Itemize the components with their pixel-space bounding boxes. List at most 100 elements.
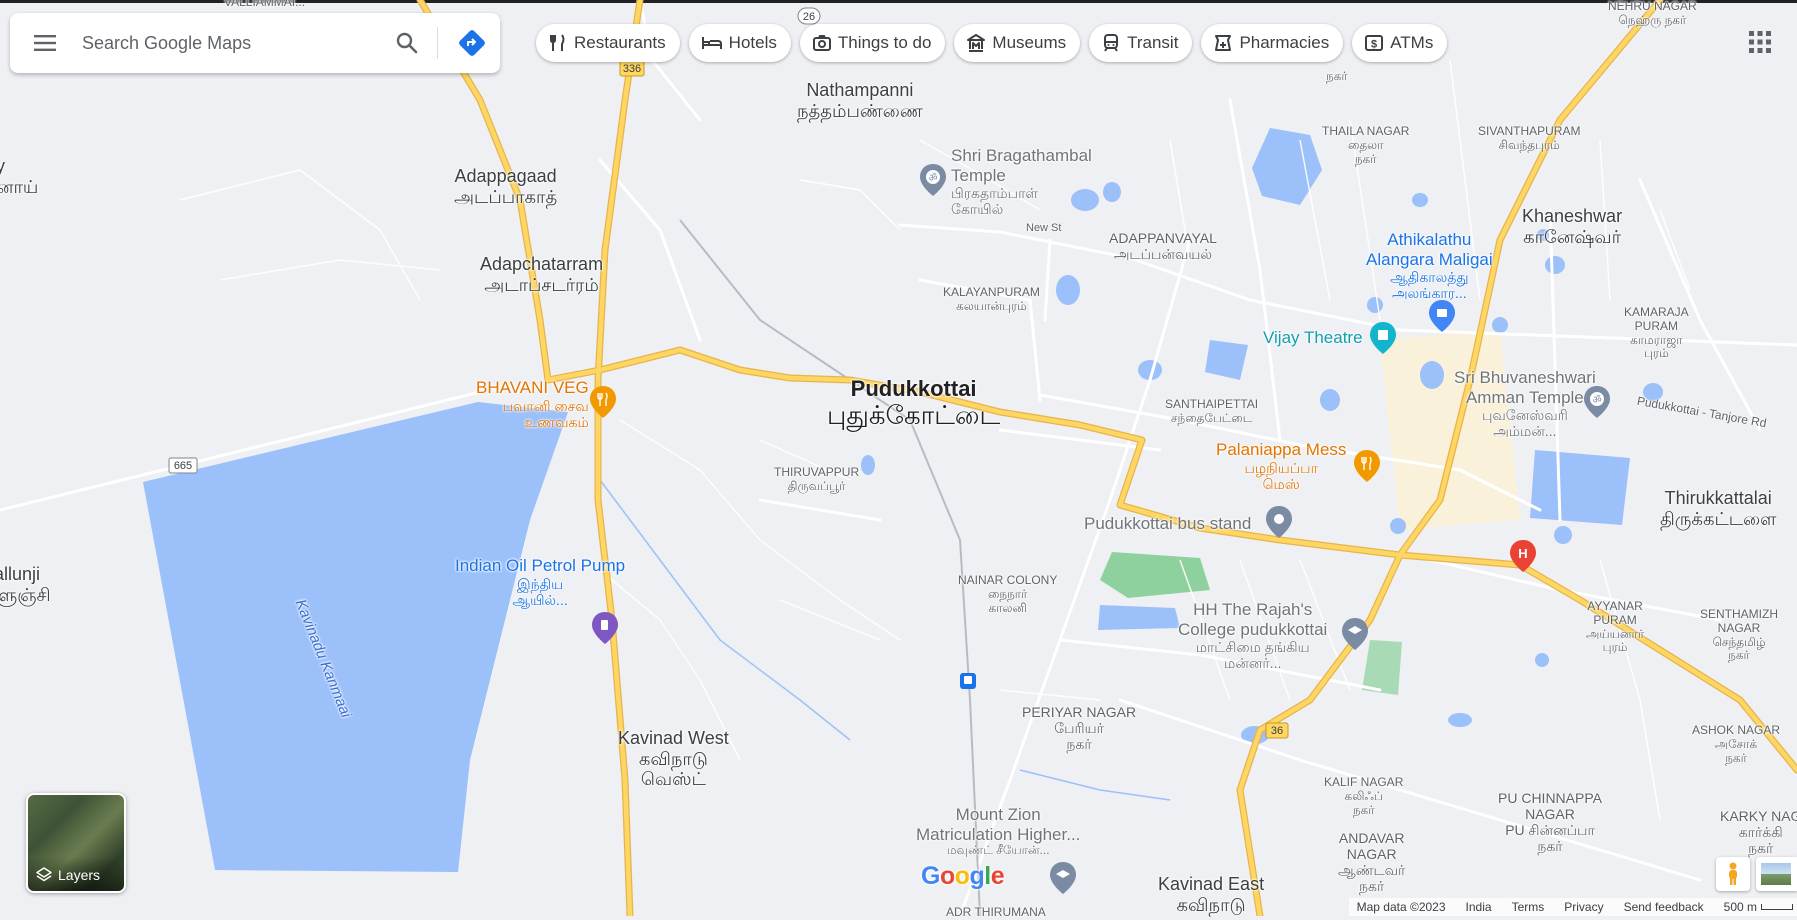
school-pin-icon[interactable] (1050, 862, 1076, 899)
place-label: y னாய் (0, 156, 39, 197)
directions-icon (459, 30, 485, 56)
place-label: Kavinad East கவிநாடு (1158, 874, 1265, 915)
place-label: NAINAR COLONY நைநார் காலனி (958, 573, 1058, 615)
place-label: allunjiளுஞ்சி (0, 564, 51, 605)
shopping-pin-icon[interactable] (1429, 300, 1455, 337)
chip-pharmacies[interactable]: Pharmacies (1201, 24, 1344, 62)
svg-text:665: 665 (174, 460, 192, 472)
place-label: KALAYANPURAM கலயான்புரம் (943, 285, 1040, 313)
poi-label[interactable]: Vijay Theatre (1263, 328, 1363, 348)
atm-icon: $ (1365, 35, 1384, 51)
place-label: SANTHAIPETTAI சந்தைபேட்டை (1165, 397, 1259, 425)
layers-label: Layers (58, 867, 101, 883)
water-body (1530, 450, 1630, 525)
poi-label[interactable]: Palaniappa Mess பழநியப்பா மெஸ் (1216, 440, 1346, 492)
place-label: KARKY NAG கார்க்கி நகர் (1720, 808, 1797, 857)
place-label: VALLIAMMAI... (224, 0, 306, 9)
poi-label[interactable]: Pudukkottai bus stand (1084, 514, 1251, 534)
poi-label[interactable]: Sri Bhuvaneshwari Amman Temple புவனேஸ்வரி… (1454, 368, 1596, 439)
google-apps-button[interactable] (1742, 24, 1778, 60)
train-icon (1104, 34, 1119, 52)
transit-stop-icon[interactable] (960, 673, 976, 694)
search-input[interactable] (80, 22, 383, 64)
place-label: ASHOK NAGAR அசோக் நகர் (1692, 723, 1781, 765)
imagery-thumbnail-button[interactable] (1756, 857, 1797, 891)
place-label: PU CHINNAPPA NAGAR PU சின்னப்பா நகர் (1498, 790, 1602, 855)
poi-label[interactable]: Athikalathu Alangara Maligai ஆதிகாலத்து அல… (1366, 230, 1493, 301)
place-label: நகர் (1326, 69, 1348, 83)
road-shield-26: 26 (797, 7, 821, 25)
hospital-pin-icon[interactable]: H (1510, 540, 1536, 577)
place-label: Thirukkattalai திருக்கட்டளை (1660, 488, 1777, 529)
layers-button[interactable]: Layers (26, 793, 126, 893)
place-label: Adapchatarram அடாப்சடர்ரம் (480, 254, 604, 295)
chip-restaurants[interactable]: Restaurants (536, 24, 680, 62)
theatre-pin-icon[interactable] (1370, 322, 1396, 359)
chip-things-to-do[interactable]: Things to do (799, 24, 946, 62)
bus-stand-pin-icon[interactable] (1266, 506, 1292, 543)
poi-label[interactable]: Indian Oil Petrol Pump இந்திய ஆயில்... (455, 556, 625, 608)
svg-text:$: $ (1371, 39, 1377, 51)
restaurant-pin-icon[interactable] (590, 386, 616, 423)
chip-transit[interactable]: Transit (1089, 24, 1193, 62)
museum-icon (967, 34, 986, 52)
pegman-icon (1729, 862, 1737, 885)
poi-label[interactable]: HH The Rajah's College pudukkottai மாட்சி… (1178, 600, 1327, 671)
search-icon (396, 32, 418, 54)
pharmacy-icon (1215, 35, 1232, 51)
search-box (10, 13, 500, 73)
school-pin-icon[interactable] (1342, 618, 1368, 655)
place-label: Kavinad West கவிநாடு வெஸ்ட் (618, 728, 729, 790)
send-feedback-link[interactable]: Send feedback (1624, 900, 1704, 914)
place-label: ADAPPANVAYAL அடப்பன்வயல் (1109, 230, 1217, 263)
bed-icon (701, 37, 722, 49)
svg-text:36: 36 (1271, 725, 1283, 737)
camera-icon (812, 35, 831, 51)
temple-icon[interactable]: ॐ (920, 164, 946, 201)
svg-text:336: 336 (623, 63, 641, 75)
svg-text:ॐ: ॐ (928, 172, 937, 184)
place-label: THAILA NAGAR தைலா நகர் (1322, 124, 1410, 166)
poi-label[interactable]: Mount Zion Matriculation Higher... மவுண்ட… (916, 805, 1080, 858)
place-label: Khaneshwar கானேஷ்வர் (1522, 206, 1623, 247)
hamburger-menu-icon (34, 35, 56, 51)
svg-text:26: 26 (803, 11, 815, 23)
fork-knife-icon (550, 34, 565, 51)
place-label: KAMARAJA PURAM காமராஜா புரம் (1624, 305, 1689, 361)
map-data-attribution: Map data ©2023 (1356, 900, 1446, 914)
search-button[interactable] (383, 13, 431, 73)
gas-station-pin-icon[interactable] (592, 612, 618, 649)
directions-button[interactable] (444, 13, 500, 73)
poi-label[interactable]: Shri Bragathambal Temple பிரகதாம்பாள் கோய… (951, 146, 1101, 217)
privacy-link[interactable]: Privacy (1564, 900, 1603, 914)
place-label: SENTHAMIZH NAGAR செந்தமிழ் நகர் (1700, 607, 1778, 663)
chip-hotels[interactable]: Hotels (688, 24, 791, 62)
divider (437, 27, 438, 59)
place-label: NEHRU NAGAR நெஹ்ரு நகர் (1608, 0, 1697, 27)
map-footer: Map data ©2023 India Terms Privacy Send … (1348, 898, 1797, 916)
scale-bar[interactable]: 500 m (1724, 900, 1793, 914)
place-label: ANDAVAR NAGAR ஆண்டவர் நகர் (1338, 830, 1406, 895)
svg-text:ॐ: ॐ (1592, 394, 1601, 406)
terms-link[interactable]: Terms (1512, 900, 1545, 914)
temple-icon[interactable]: ॐ (1584, 386, 1610, 423)
restaurant-pin-icon[interactable] (1354, 450, 1380, 487)
google-logo: Google (921, 862, 1005, 890)
street-view-pegman-button[interactable] (1716, 857, 1750, 891)
chip-atms[interactable]: $ ATMs (1352, 24, 1448, 62)
place-label: KALIF NAGAR கலிஃப் நகர் (1324, 775, 1404, 817)
place-label: THIRUVAPPUR திருவப்பூர் (774, 465, 860, 493)
chip-museums[interactable]: Museums (954, 24, 1081, 62)
city-label: Pudukkottai புதுக்கோட்டை (827, 376, 1001, 431)
svg-text:H: H (1518, 546, 1527, 561)
place-label: ADR THIRUMANA (946, 905, 1046, 919)
category-chips: Restaurants Hotels Things to do Museums … (536, 24, 1448, 62)
menu-button[interactable] (10, 13, 80, 73)
place-label: AYYANAR PURAM அய்யனார் புரம் (1586, 599, 1645, 655)
road-shield-36: 36 (1265, 722, 1289, 739)
place-label: Nathampanni நத்தம்பண்ணை (797, 80, 923, 121)
poi-label[interactable]: BHAVANI VEG பவானி சைவ உணவகம் (476, 378, 589, 430)
layers-icon (36, 867, 52, 882)
region-link[interactable]: India (1466, 900, 1492, 914)
place-label: Adappagaad அடப்பாகாத் (454, 166, 558, 207)
